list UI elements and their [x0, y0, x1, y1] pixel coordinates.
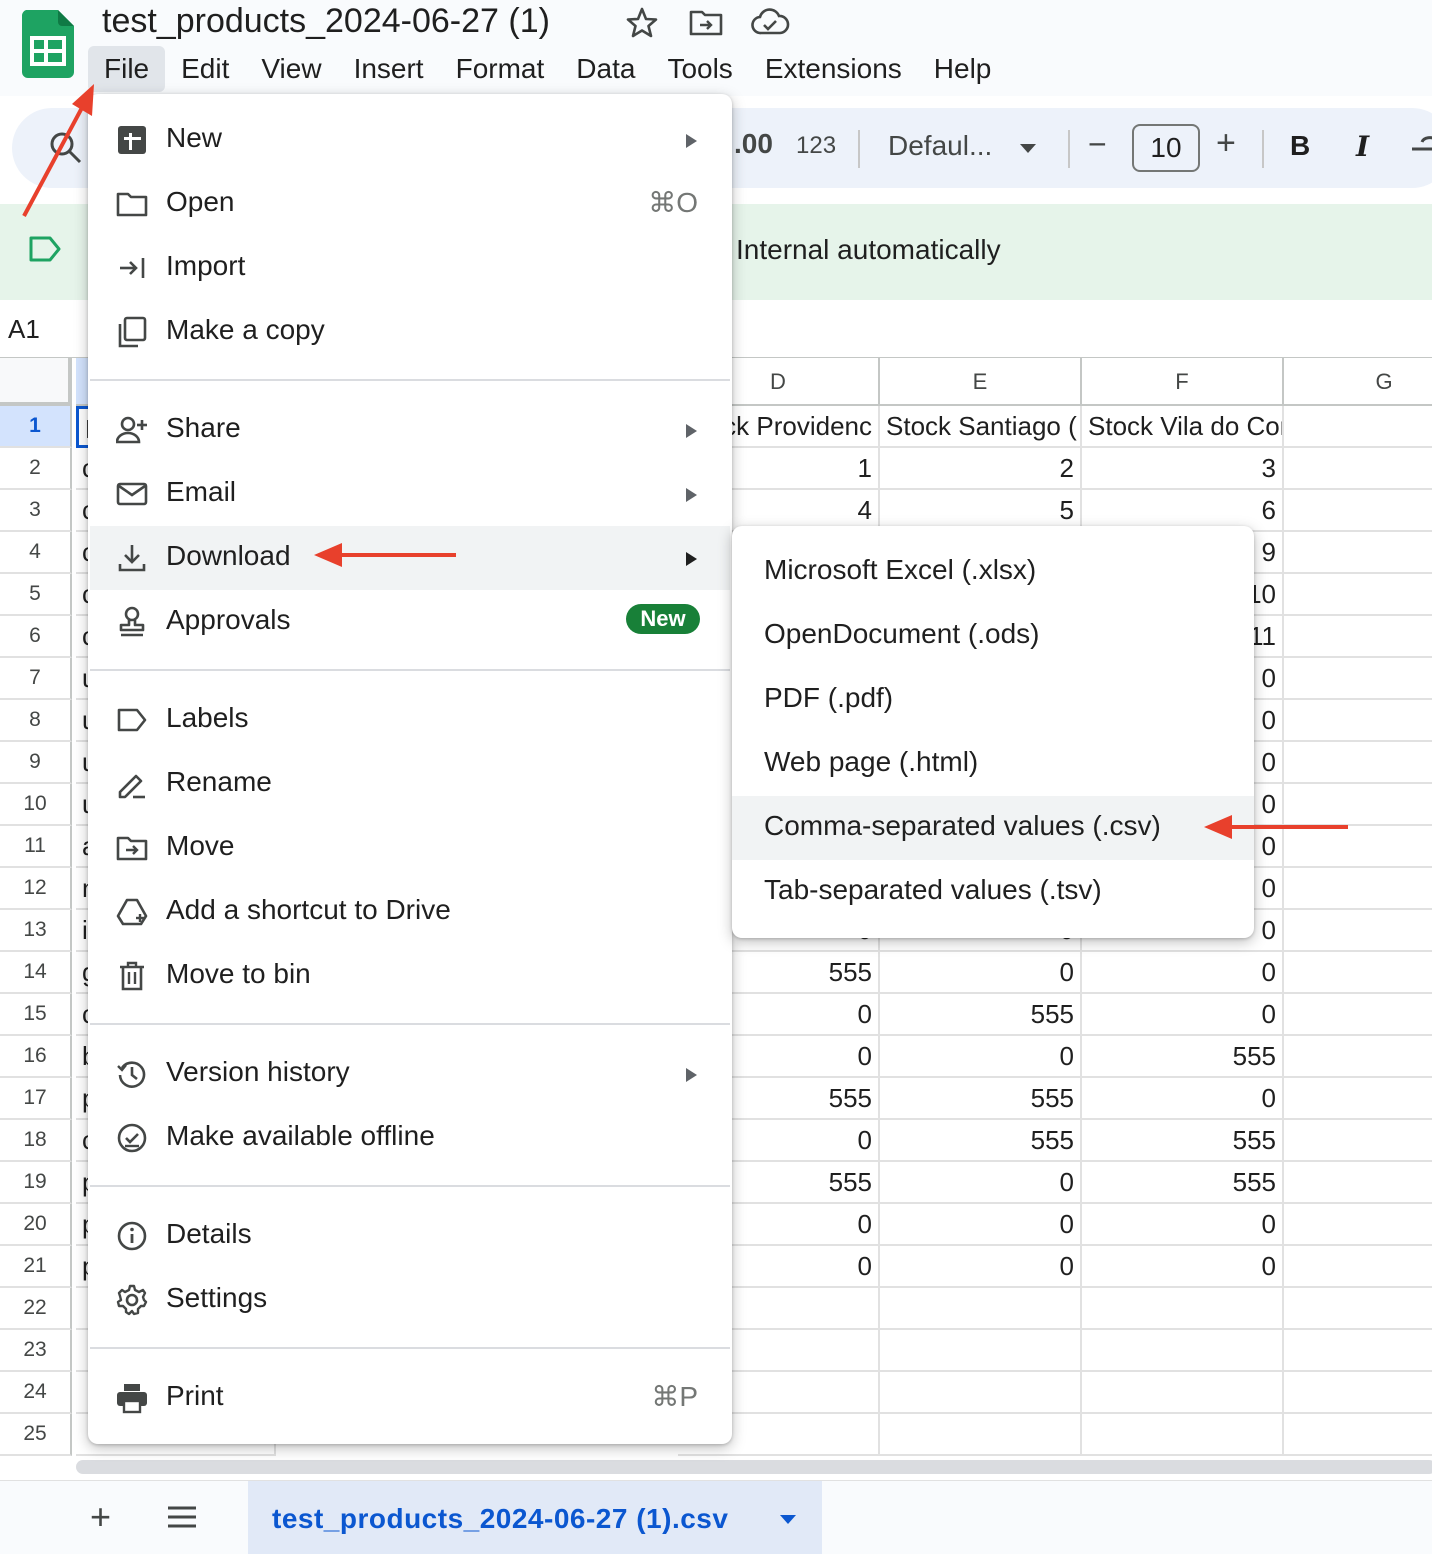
- annotation-arrows: [22, 84, 1348, 839]
- arrow-to-csv: [1204, 815, 1348, 839]
- arrow-to-file-menu: [22, 84, 94, 217]
- arrow-to-download: [314, 543, 456, 567]
